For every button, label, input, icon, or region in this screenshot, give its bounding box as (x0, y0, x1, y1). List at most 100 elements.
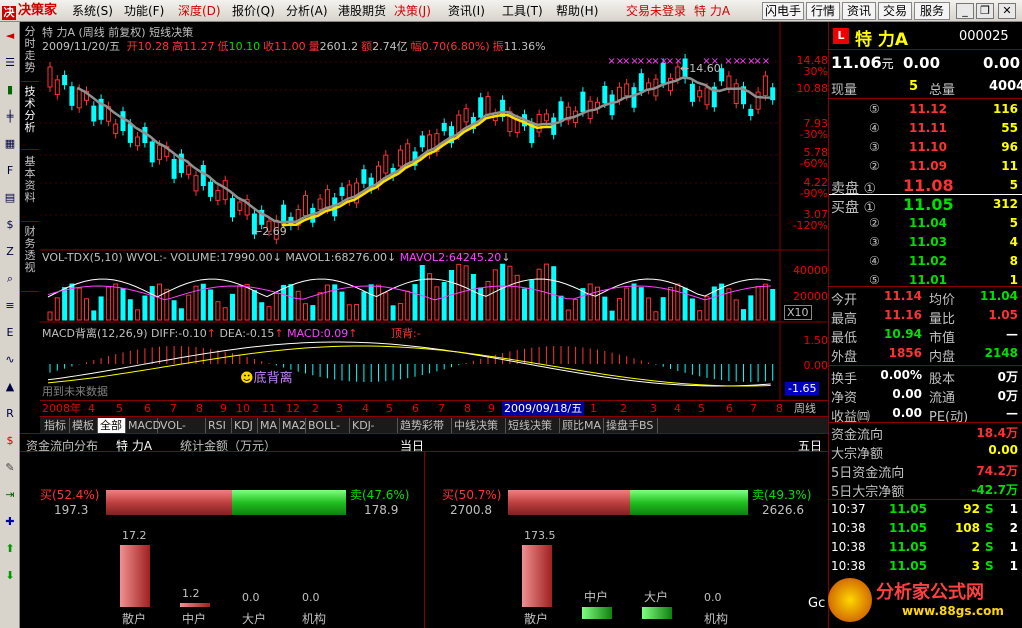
indicator-tab-2[interactable]: 全部 (98, 418, 126, 433)
book-volume: 312 (992, 197, 1018, 211)
indicator-tab-10[interactable]: KDJ-TDX (350, 418, 398, 447)
book-price[interactable]: 11.02 (909, 254, 947, 268)
flow-bar-value-0: 17.2 (122, 529, 147, 542)
period-label[interactable]: 周线 (794, 401, 816, 416)
x-label-3: 7 (170, 402, 177, 415)
stat-value: 0.00 (892, 387, 922, 401)
volume-bar (660, 297, 666, 321)
etf-icon[interactable]: E (2, 325, 18, 341)
quote-button[interactable]: 行情 (806, 2, 840, 20)
table-icon[interactable]: ▤ (2, 190, 18, 206)
candle-body (638, 73, 644, 92)
kline-chart-area[interactable]: ×× ×× ×× ×× ×× ×× ×× ×× ×× 特 力A (周线 前复权) 短线决策 20… (40, 22, 828, 417)
menu-1[interactable]: 功能(F) (124, 3, 164, 19)
x-label-2: 6 (144, 402, 151, 415)
arrow-left-icon[interactable]: ◄ (2, 28, 18, 44)
book-price[interactable]: 11.11 (909, 121, 947, 135)
x-axis: 2008年 4 5 6 7 8 9 10 11 12 2 3 4 5 6 7 8 9 1 2 3 4 5 6 7 8 2009/… (40, 400, 828, 416)
indicator-tab-14[interactable]: 顾比MA (560, 418, 604, 433)
today-buy-sell-bar (106, 490, 346, 515)
volume-bar (529, 280, 535, 321)
flow-bar-value-2: 0.0 (242, 591, 260, 604)
ohlc-label-3: 收 (263, 40, 275, 53)
indicator-tab-12[interactable]: 中线决策 (452, 418, 506, 433)
menu-2[interactable]: 深度(D) (178, 3, 221, 19)
finance-icon[interactable]: $ (2, 217, 18, 233)
report-icon[interactable]: ≡ (2, 298, 18, 314)
fiz-icon[interactable]: Z (2, 244, 18, 260)
menu-0[interactable]: 系统(S) (72, 3, 113, 19)
service-button[interactable]: 服务 (914, 2, 950, 20)
indicator-tab-11[interactable]: 趋势彩带 (398, 418, 452, 433)
volume-bar (536, 268, 542, 321)
volume-bar (149, 286, 155, 321)
trade-button[interactable]: 交易 (878, 2, 912, 20)
ruler-icon[interactable]: ✎ (2, 460, 18, 476)
indicator-tab-1[interactable]: 模板 (70, 418, 98, 433)
menu-6[interactable]: 决策(J) (394, 3, 431, 19)
wave-icon[interactable]: ∿ (2, 352, 18, 368)
book-price[interactable]: 11.12 (909, 102, 947, 116)
f10-icon[interactable]: F (2, 163, 18, 179)
rsi-icon[interactable]: R (2, 406, 18, 422)
x-label-6: 10 (236, 402, 250, 415)
x-label-20: 4 (674, 402, 681, 415)
book-price[interactable]: 11.01 (909, 273, 947, 287)
chart-icon[interactable]: ▲ (2, 379, 18, 395)
indicator-tab-3[interactable]: MACD (126, 418, 161, 433)
book-price[interactable]: 11.04 (909, 216, 947, 230)
news-button[interactable]: 资讯 (842, 2, 876, 20)
bar-icon[interactable]: ▮ (2, 82, 18, 98)
dollar-icon[interactable]: $ (2, 433, 18, 449)
indicator-tab-0[interactable]: 指标 (42, 418, 70, 433)
book-price[interactable]: 11.05 (903, 195, 954, 214)
menu-9[interactable]: 帮助(H) (556, 3, 598, 19)
tab-profile[interactable]: 基本资料 (21, 156, 39, 222)
trade-status[interactable]: 交易未登录 (626, 3, 686, 19)
volume-bar (324, 284, 330, 321)
indicator-tab-5[interactable]: RSI (206, 418, 232, 433)
search-icon[interactable]: ⌕ (2, 271, 18, 287)
menu-7[interactable]: 资讯(I) (448, 3, 485, 19)
tab-technical[interactable]: 技术分析 (21, 86, 39, 150)
restore-icon[interactable]: ❐ (976, 3, 994, 19)
volume-bar (587, 283, 593, 321)
flash-trade-button[interactable]: 闪电手 (762, 2, 804, 20)
book-price[interactable]: 11.09 (909, 159, 947, 173)
pct-tick-0: 30% (803, 65, 828, 78)
grid-icon[interactable]: ▦ (2, 136, 18, 152)
candle-body (230, 198, 235, 218)
ohlc-value-4: 2601.2 (319, 40, 359, 53)
indicator-tab-4[interactable]: VOL-TDX (158, 418, 206, 447)
menu-5[interactable]: 港股期货 (338, 3, 386, 19)
x-label-13: 6 (412, 402, 419, 415)
tick-volume: 3 (971, 559, 980, 573)
indicator-tab-9[interactable]: BOLL-M (306, 418, 350, 447)
down-icon[interactable]: ⬇ (2, 568, 18, 584)
kline-icon[interactable]: ╪ (2, 109, 18, 125)
book-price[interactable]: 11.08 (903, 176, 954, 195)
indicator-tab-15[interactable]: 操盘手BS (604, 418, 658, 433)
minimize-icon[interactable]: _ (956, 3, 974, 19)
menu-3[interactable]: 报价(Q) (232, 3, 275, 19)
up-icon[interactable]: ⬆ (2, 541, 18, 557)
book-price[interactable]: 11.03 (909, 235, 947, 249)
candle-body (755, 91, 761, 110)
close-icon[interactable]: ✕ (998, 3, 1016, 19)
exit-icon[interactable]: ⇥ (2, 487, 18, 503)
x-label-8: 12 (286, 402, 300, 415)
ohlc-label-7: 振 (492, 40, 504, 53)
add-icon[interactable]: ✚ (2, 514, 18, 530)
indicator-tab-8[interactable]: MA2 (280, 418, 306, 433)
book-price[interactable]: 11.10 (909, 140, 947, 154)
indicator-tab-13[interactable]: 短线决策 (506, 418, 560, 433)
today-sell-pct: 卖(47.6%) (350, 488, 410, 502)
menu-4[interactable]: 分析(A) (286, 3, 328, 19)
indicator-tab-6[interactable]: KDJ (232, 418, 258, 433)
list-icon[interactable]: ☰ (2, 55, 18, 71)
tick-price: 11.05 (889, 540, 927, 554)
menu-8[interactable]: 工具(T) (502, 3, 543, 19)
tab-intraday[interactable]: 分时走势 (21, 26, 39, 82)
indicator-tab-7[interactable]: MA (258, 418, 280, 433)
tab-finance[interactable]: 财务透视 (21, 226, 39, 292)
